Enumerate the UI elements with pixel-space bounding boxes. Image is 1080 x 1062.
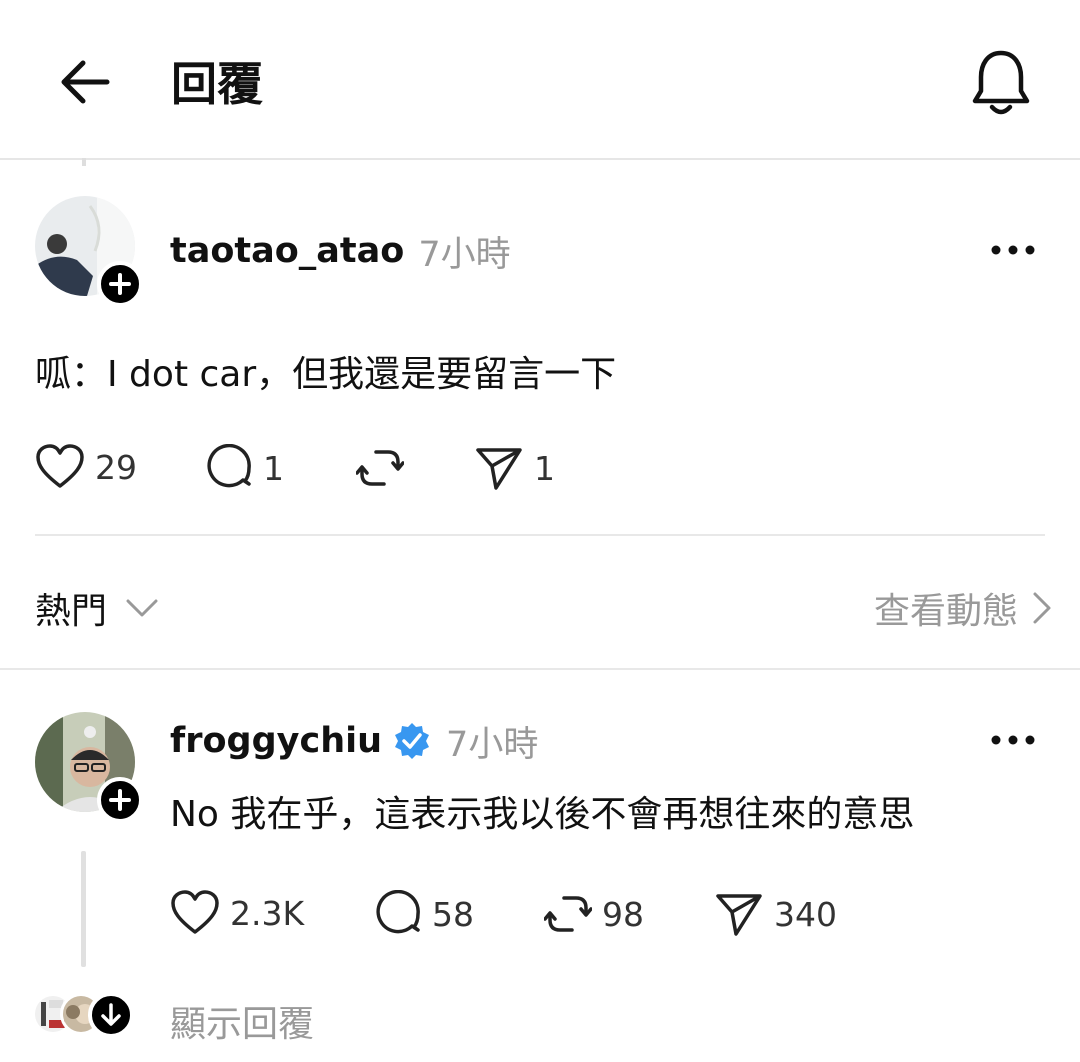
share-count: 1 (534, 448, 555, 488)
like-button[interactable]: 29 (35, 444, 137, 490)
arrow-down-icon (88, 992, 134, 1038)
header-divider (0, 158, 1080, 160)
comment-icon (207, 444, 251, 488)
repost-count: 98 (602, 894, 644, 934)
more-icon[interactable] (990, 241, 1036, 255)
divider (35, 534, 1045, 536)
share-count: 340 (774, 894, 837, 934)
follow-plus-icon[interactable] (97, 777, 143, 823)
comment-count: 1 (263, 448, 284, 488)
comment-count: 58 (432, 894, 474, 934)
comment-button[interactable]: 1 (205, 444, 284, 492)
repost-icon (356, 450, 404, 486)
thread-connector (82, 158, 86, 166)
activity-label: 查看動態 (873, 591, 1018, 632)
post-username[interactable]: froggychiu (170, 721, 382, 761)
bell-icon[interactable] (966, 45, 1036, 120)
repost-icon (544, 896, 592, 932)
page-title: 回覆 (171, 57, 263, 111)
comment-icon (376, 890, 420, 934)
post-time: 7小時 (446, 724, 539, 765)
send-icon (716, 894, 762, 936)
show-replies-link[interactable]: 顯示回覆 (170, 995, 314, 1047)
share-button[interactable]: 1 (474, 444, 555, 492)
reply-avatars[interactable] (32, 992, 142, 1039)
view-activity-link[interactable]: 查看動態 (874, 582, 1052, 634)
like-count: 29 (95, 447, 137, 487)
send-icon (476, 448, 522, 490)
sort-label: 熱門 (35, 591, 108, 632)
post-text: No 我在乎，這表示我以後不會再想往來的意思 (170, 794, 915, 835)
post-username[interactable]: taotao_atao (170, 231, 404, 271)
back-arrow-icon[interactable] (55, 52, 119, 112)
heart-icon (36, 444, 84, 488)
section-divider (0, 668, 1080, 670)
comment-button[interactable]: 58 (374, 890, 474, 938)
share-button[interactable]: 340 (714, 890, 837, 938)
like-count: 2.3K (230, 893, 305, 933)
chevron-right-icon (1033, 592, 1051, 624)
repost-button[interactable] (356, 444, 404, 492)
chevron-down-icon (126, 599, 158, 617)
follow-plus-icon[interactable] (97, 261, 143, 307)
repost-button[interactable]: 98 (544, 890, 644, 938)
thread-line (81, 851, 86, 967)
like-button[interactable]: 2.3K (170, 890, 304, 936)
verified-icon (395, 723, 430, 759)
post-text: 呱：I dot car，但我還是要留言一下 (35, 354, 617, 395)
heart-icon (171, 890, 219, 934)
post-time: 7小時 (418, 234, 511, 275)
sort-dropdown[interactable]: 熱門 (35, 582, 159, 634)
more-icon[interactable] (990, 731, 1036, 745)
